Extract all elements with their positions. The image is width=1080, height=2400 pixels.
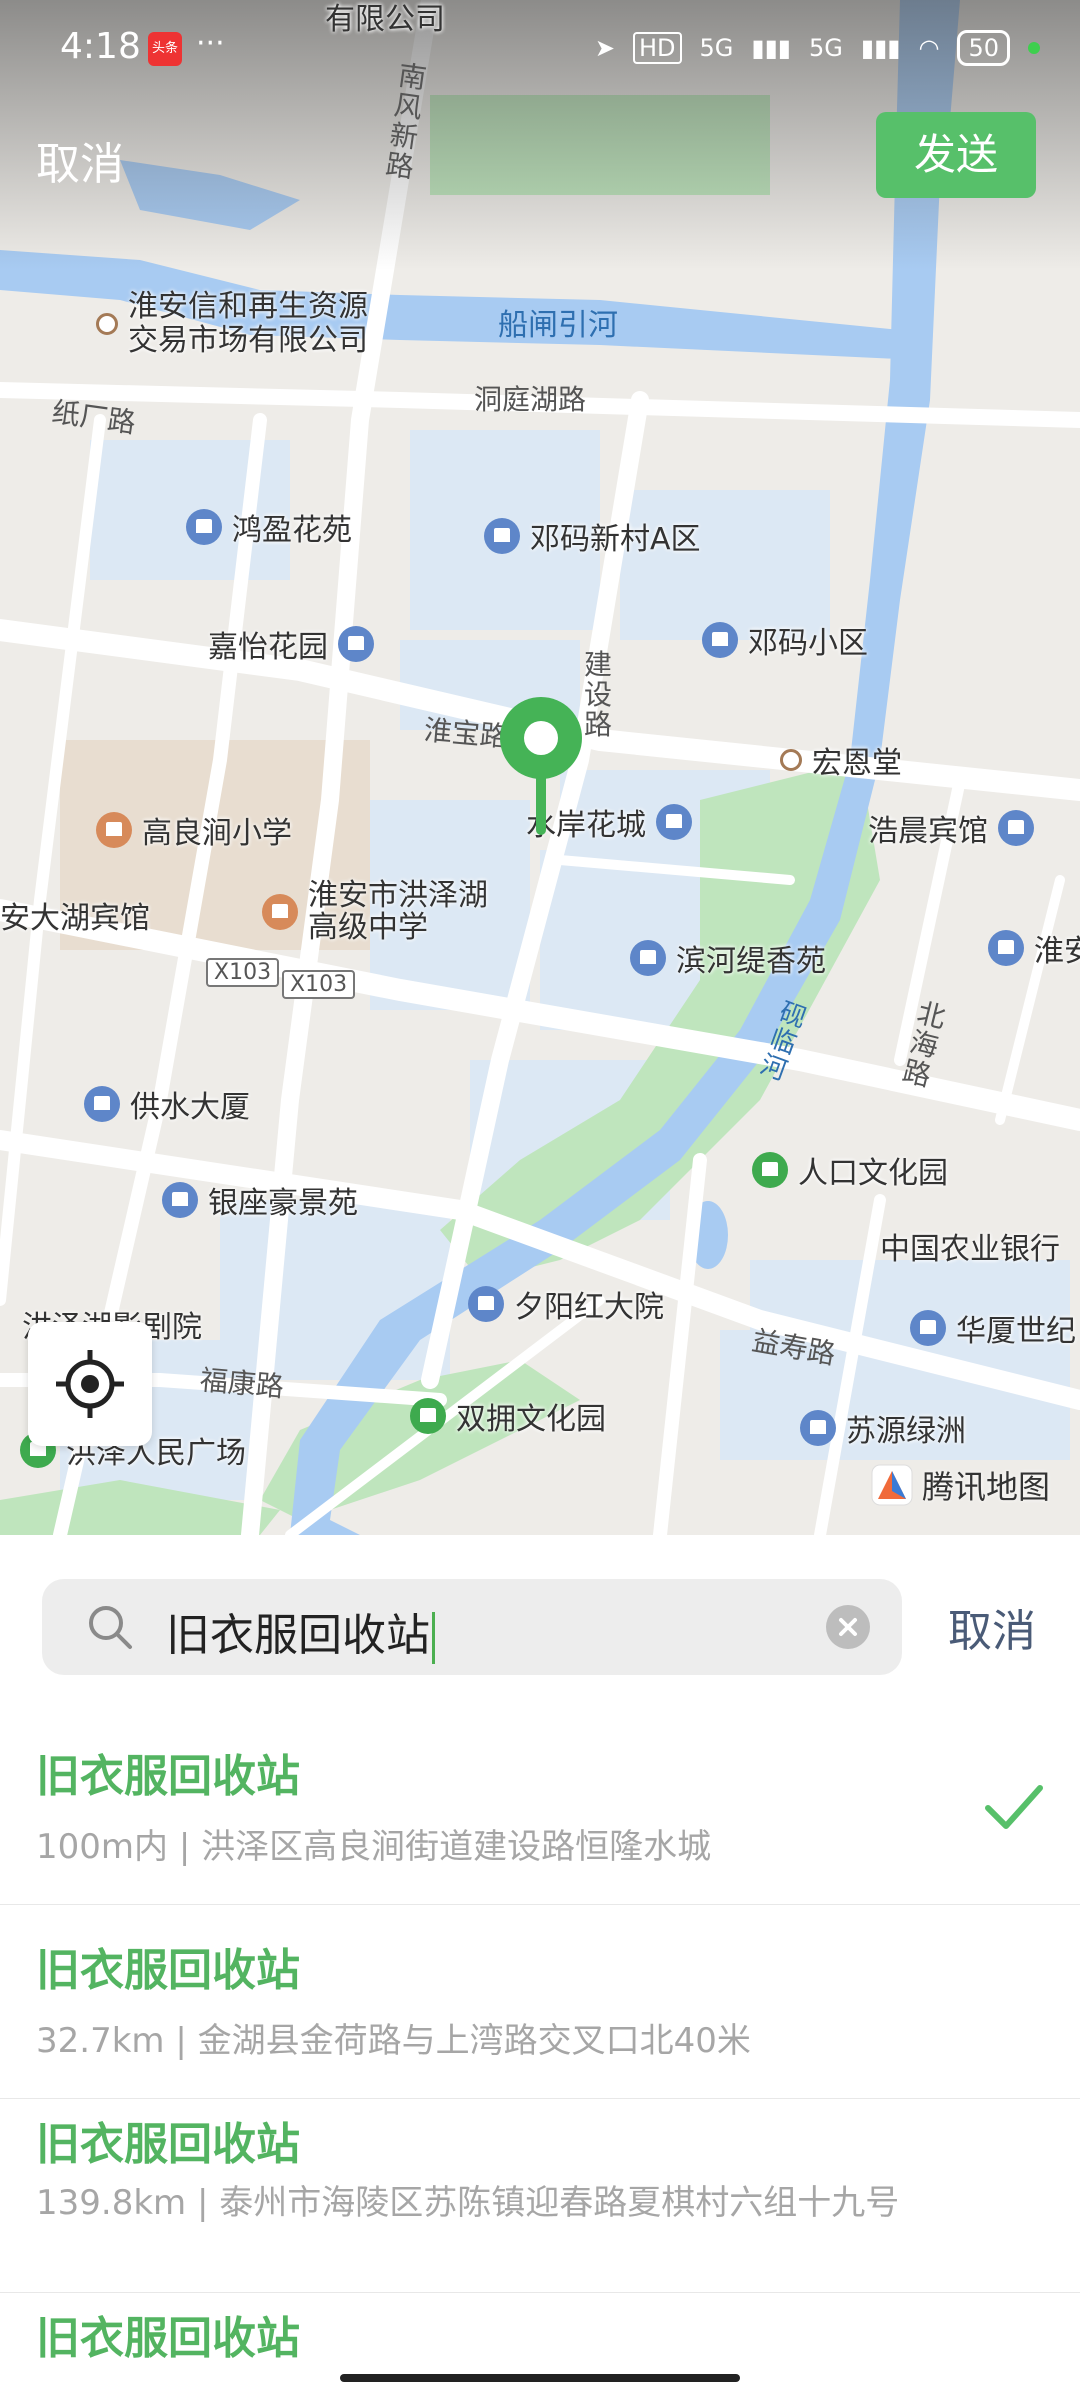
road-label-dongting: 洞庭湖路 bbox=[474, 383, 587, 416]
header-cancel-button[interactable]: 取消 bbox=[36, 128, 124, 192]
poi-haochen[interactable]: 浩晨宾馆 bbox=[868, 806, 1034, 850]
residence-icon bbox=[162, 1182, 198, 1218]
status-bar: 4:18 头条 ··· ➤ HD 5G ▮▮▮ 5G ▮▮▮ ◠ 50 bbox=[0, 0, 1080, 100]
result-title: 旧衣服回收站 bbox=[36, 1751, 300, 1802]
location-pin-icon[interactable] bbox=[498, 695, 584, 835]
hd-icon: HD bbox=[632, 32, 682, 64]
park-icon bbox=[410, 1398, 446, 1434]
crosshair-icon bbox=[56, 1350, 124, 1418]
search-input[interactable]: 旧衣服回收站 bbox=[42, 1579, 902, 1675]
school-icon bbox=[262, 894, 298, 930]
poi-yinzuo[interactable]: 银座豪景苑 bbox=[162, 1178, 358, 1222]
result-title: 旧衣服回收站 bbox=[36, 2119, 300, 2170]
poi-binhe[interactable]: 滨河缇香苑 bbox=[630, 936, 826, 980]
news-app-icon: 头条 bbox=[148, 32, 182, 66]
status-more-dots: ··· bbox=[196, 26, 225, 61]
clear-icon[interactable] bbox=[826, 1605, 870, 1649]
send-button[interactable]: 发送 bbox=[876, 112, 1036, 198]
map-label-nongye: 中国农业银行 bbox=[880, 1232, 1060, 1267]
location-arrow-icon: ➤ bbox=[594, 34, 615, 62]
residence-icon bbox=[630, 940, 666, 976]
result-title: 旧衣服回收站 bbox=[36, 1945, 300, 1996]
residence-icon bbox=[910, 1310, 946, 1346]
battery-icon: 50 bbox=[957, 30, 1010, 66]
poi-hongying[interactable]: 鸿盈花苑 bbox=[186, 505, 352, 549]
residence-icon bbox=[656, 804, 692, 840]
poi-gongshui[interactable]: 供水大厦 bbox=[84, 1082, 250, 1126]
check-icon bbox=[985, 1785, 1043, 1829]
park-icon bbox=[752, 1152, 788, 1188]
residence-icon bbox=[800, 1410, 836, 1446]
result-item[interactable]: 旧衣服回收站 32.7km | 金湖县金荷路与上湾路交叉口北40米 bbox=[0, 1904, 1080, 2099]
hotel-icon bbox=[998, 810, 1034, 846]
tencent-map-logo: 腾讯地图 bbox=[870, 1462, 1050, 1508]
signal-bars-icon: ▮▮▮ bbox=[751, 34, 791, 62]
residence-icon bbox=[702, 622, 738, 658]
signal-5g-icon: 5G bbox=[809, 34, 843, 62]
water-label-chuanzha: 船闸引河 bbox=[498, 308, 618, 343]
result-subtitle: 100m内 | 洪泽区高良涧街道建设路恒隆水城 bbox=[36, 1827, 712, 1867]
locate-me-button[interactable] bbox=[28, 1322, 152, 1446]
map-label-dahu-hotel: 安大湖宾馆 bbox=[0, 901, 150, 936]
poi-gaoliang[interactable]: 高良涧小学 bbox=[96, 808, 292, 852]
result-item[interactable]: 旧衣服回收站 100m内 | 洪泽区高良涧街道建设路恒隆水城 bbox=[0, 1710, 1080, 1905]
poi-suyuan[interactable]: 苏源绿洲 bbox=[800, 1406, 966, 1450]
wifi-icon: ◠ bbox=[918, 34, 940, 62]
status-icons: ➤ HD 5G ▮▮▮ 5G ▮▮▮ ◠ 50 bbox=[595, 30, 1040, 66]
home-indicator[interactable] bbox=[340, 2374, 740, 2382]
school-icon bbox=[96, 812, 132, 848]
poi-dengma[interactable]: 邓码小区 bbox=[702, 618, 868, 662]
status-time: 4:18 bbox=[60, 26, 141, 67]
residence-icon bbox=[484, 518, 520, 554]
poi-dot-icon bbox=[780, 749, 802, 771]
poi-honggen[interactable]: 宏恩堂 bbox=[780, 738, 902, 782]
result-subtitle: 32.7km | 金湖县金荷路与上湾路交叉口北40米 bbox=[36, 2021, 751, 2061]
result-title: 旧衣服回收站 bbox=[36, 2313, 300, 2364]
poi-recycle-market[interactable]: 淮安信和再生资源 交易市场有限公司 bbox=[96, 290, 368, 358]
poi-xiyang[interactable]: 夕阳红大院 bbox=[468, 1282, 664, 1326]
poi-shuangyong[interactable]: 双拥文化园 bbox=[410, 1394, 606, 1438]
poi-hongze-school[interactable]: 淮安市洪泽湖 高级中学 bbox=[262, 880, 488, 944]
poi-huaxia[interactable]: 华厦世纪 bbox=[910, 1306, 1076, 1350]
road-label-huaibao: 淮宝路 bbox=[422, 713, 510, 754]
road-label-fukang: 福康路 bbox=[198, 1363, 286, 1404]
signal-bars-icon: ▮▮▮ bbox=[860, 34, 901, 62]
signal-5g-icon: 5G bbox=[699, 34, 734, 62]
building-icon bbox=[468, 1286, 504, 1322]
poi-dengma-a[interactable]: 邓码新村A区 bbox=[484, 514, 701, 558]
close-icon bbox=[839, 1618, 857, 1636]
result-item[interactable]: 旧衣服回收站 bbox=[0, 2292, 1080, 2400]
road-shield-x103: X103 bbox=[206, 958, 280, 987]
road-label-jianshe: 建 设 路 bbox=[584, 648, 613, 741]
road-shield-x103: X103 bbox=[282, 970, 356, 999]
green-dot-icon bbox=[1028, 42, 1040, 54]
result-subtitle: 139.8km | 泰州市海陵区苏陈镇迎春路夏棋村六组十九号 bbox=[36, 2183, 900, 2223]
poi-renkou[interactable]: 人口文化园 bbox=[752, 1148, 948, 1192]
residence-icon bbox=[338, 626, 374, 662]
building-icon bbox=[84, 1086, 120, 1122]
residence-icon bbox=[186, 509, 222, 545]
search-icon bbox=[89, 1606, 132, 1649]
search-panel: 旧衣服回收站 取消 旧衣服回收站 100m内 | 洪泽区高良涧街道建设路恒隆水城… bbox=[0, 1535, 1080, 2400]
search-query-text: 旧衣服回收站 bbox=[166, 1599, 435, 1664]
hotel-icon bbox=[988, 930, 1024, 966]
result-item[interactable]: 旧衣服回收站 139.8km | 泰州市海陵区苏陈镇迎春路夏棋村六组十九号 bbox=[0, 2098, 1080, 2293]
search-cancel-button[interactable]: 取消 bbox=[948, 1595, 1036, 1659]
poi-huai[interactable]: 淮安 bbox=[988, 926, 1080, 970]
text-caret bbox=[432, 1612, 435, 1664]
map-view[interactable]: 有限公司 淮安信和再生资源 交易市场有限公司 鸿盈花苑 邓码新村A区 嘉怡花园 … bbox=[0, 0, 1080, 1535]
tencent-map-logo-icon bbox=[871, 1464, 913, 1506]
poi-dot-icon bbox=[96, 313, 118, 335]
poi-jiayi[interactable]: 嘉怡花园 bbox=[208, 622, 374, 666]
